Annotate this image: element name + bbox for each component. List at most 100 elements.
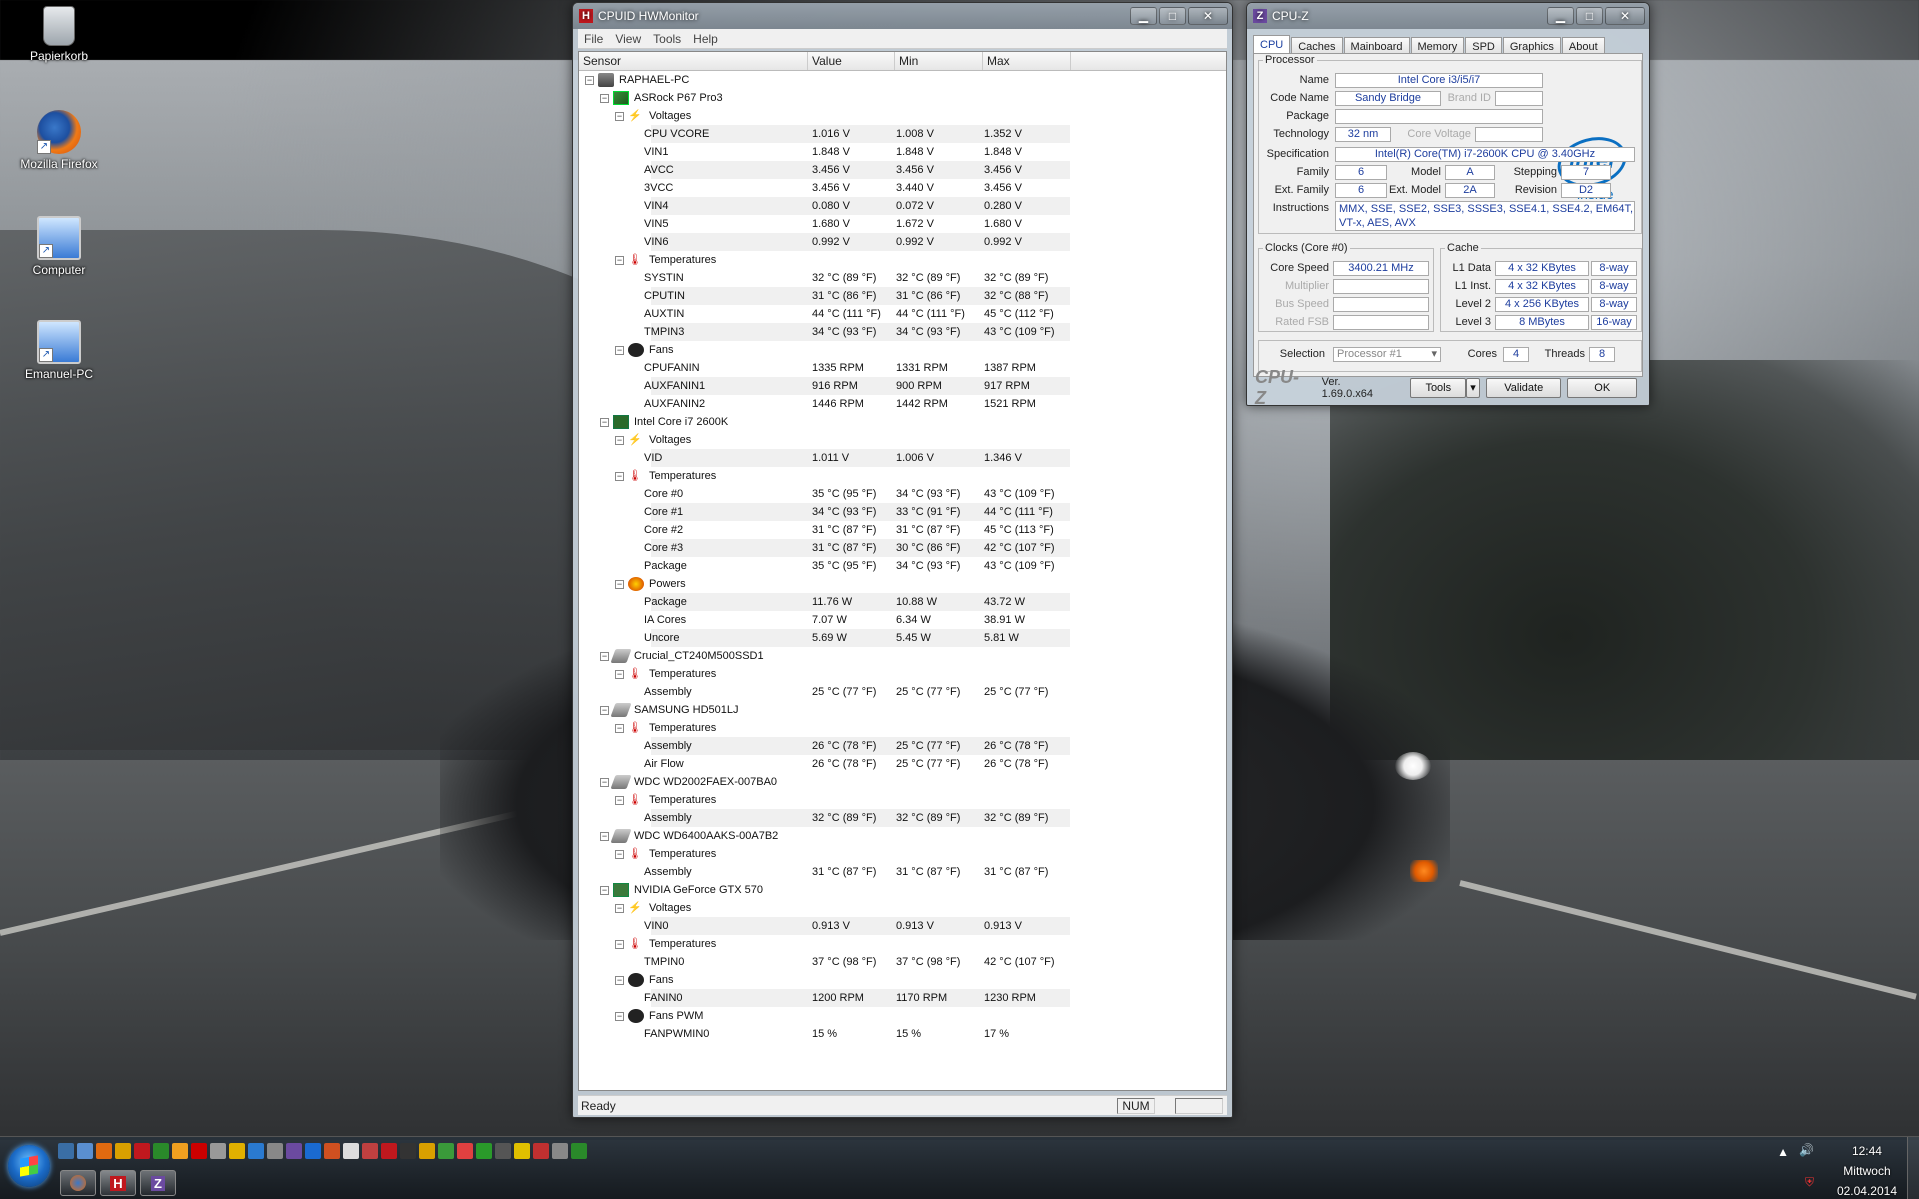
tools-button[interactable]: Tools: [1410, 378, 1467, 398]
sensor-row[interactable]: Assembly 32 °C (89 °F) 32 °C (89 °F) 32 °C …: [579, 809, 1226, 827]
sensor-group-row[interactable]: − ⚡ Voltages: [579, 431, 1226, 449]
sensor-group-row[interactable]: − ⚡ Voltages: [579, 899, 1226, 917]
collapse-toggle-icon[interactable]: −: [615, 111, 624, 121]
start-button[interactable]: [8, 1145, 50, 1187]
tab-cpu[interactable]: CPU: [1253, 35, 1291, 55]
quick-launch-app-icon[interactable]: [419, 1143, 435, 1159]
quick-launch-app-icon[interactable]: [362, 1143, 378, 1159]
sensor-group-row[interactable]: − 🌡 Temperatures: [579, 791, 1226, 809]
sensor-row[interactable]: SYSTIN 32 °C (89 °F) 32 °C (89 °F) 32 °C (8…: [579, 269, 1226, 287]
collapse-toggle-icon[interactable]: −: [615, 345, 624, 355]
processor-select[interactable]: Processor #1 ▾: [1333, 347, 1441, 362]
quick-launch-app-icon[interactable]: [514, 1143, 530, 1159]
sensor-row[interactable]: Package 11.76 W 10.88 W 43.72 W: [579, 593, 1226, 611]
menu-file[interactable]: File: [578, 32, 609, 46]
sensor-row[interactable]: Assembly 26 °C (78 °F) 25 °C (77 °F) 26 °C …: [579, 737, 1226, 755]
desktop-icon-computer[interactable]: ↗ Computer: [14, 216, 104, 277]
sensor-row[interactable]: VIN1 1.848 V 1.848 V 1.848 V: [579, 143, 1226, 161]
quick-launch-app-icon[interactable]: [96, 1143, 112, 1159]
sensor-group-row[interactable]: − ASRock P67 Pro3: [579, 89, 1226, 107]
sensor-row[interactable]: VIN5 1.680 V 1.672 V 1.680 V: [579, 215, 1226, 233]
volume-icon[interactable]: 🔊: [1799, 1143, 1814, 1157]
antivirus-shield-icon[interactable]: ⛨: [1805, 1175, 1814, 1190]
sensor-row[interactable]: VIN4 0.080 V 0.072 V 0.280 V: [579, 197, 1226, 215]
quick-launch-app-icon[interactable]: [305, 1143, 321, 1159]
collapse-toggle-icon[interactable]: −: [585, 75, 594, 85]
quick-launch-app-icon[interactable]: [210, 1143, 226, 1159]
collapse-toggle-icon[interactable]: −: [600, 885, 609, 895]
sensor-group-row[interactable]: − RAPHAEL-PC: [579, 71, 1226, 89]
sensor-row[interactable]: 3VCC 3.456 V 3.440 V 3.456 V: [579, 179, 1226, 197]
sensor-row[interactable]: CPUFANIN 1335 RPM 1331 RPM 1387 RPM: [579, 359, 1226, 377]
sensor-row[interactable]: Core #0 35 °C (95 °F) 34 °C (93 °F) 43 °C (…: [579, 485, 1226, 503]
quick-launch-app-icon[interactable]: [552, 1143, 568, 1159]
quick-launch-app-icon[interactable]: [457, 1143, 473, 1159]
collapse-toggle-icon[interactable]: −: [615, 669, 624, 679]
minimize-button[interactable]: ▁: [1130, 7, 1157, 25]
column-header-sensor[interactable]: Sensor: [579, 52, 808, 70]
maximize-button[interactable]: □: [1159, 7, 1186, 25]
sensor-group-row[interactable]: − Fans: [579, 341, 1226, 359]
close-button[interactable]: ✕: [1188, 7, 1228, 25]
quick-launch-app-icon[interactable]: [77, 1143, 93, 1159]
sensor-group-row[interactable]: − WDC WD2002FAEX-007BA0: [579, 773, 1226, 791]
sensor-row[interactable]: IA Cores 7.07 W 6.34 W 38.91 W: [579, 611, 1226, 629]
close-button[interactable]: ✕: [1605, 7, 1645, 25]
collapse-toggle-icon[interactable]: −: [615, 579, 624, 589]
collapse-toggle-icon[interactable]: −: [615, 471, 624, 481]
desktop-icon-firefox[interactable]: ↗ Mozilla Firefox: [14, 110, 104, 171]
quick-launch-app-icon[interactable]: [134, 1143, 150, 1159]
tools-dropdown-button[interactable]: ▾: [1466, 378, 1481, 398]
quick-launch-app-icon[interactable]: [571, 1143, 587, 1159]
sensor-row[interactable]: AUXFANIN1 916 RPM 900 RPM 917 RPM: [579, 377, 1226, 395]
quick-launch-app-icon[interactable]: [153, 1143, 169, 1159]
sensor-row[interactable]: CPUTIN 31 °C (86 °F) 31 °C (86 °F) 32 °C (8…: [579, 287, 1226, 305]
sensor-row[interactable]: TMPIN0 37 °C (98 °F) 37 °C (98 °F) 42 °C (1…: [579, 953, 1226, 971]
ok-button[interactable]: OK: [1567, 378, 1637, 398]
sensor-row[interactable]: Assembly 25 °C (77 °F) 25 °C (77 °F) 25 °C …: [579, 683, 1226, 701]
collapse-toggle-icon[interactable]: −: [615, 435, 624, 445]
quick-launch-app-icon[interactable]: [476, 1143, 492, 1159]
collapse-toggle-icon[interactable]: −: [600, 417, 609, 427]
sensor-row[interactable]: VID 1.011 V 1.006 V 1.346 V: [579, 449, 1226, 467]
collapse-toggle-icon[interactable]: −: [615, 795, 624, 805]
sensor-group-row[interactable]: − 🌡 Temperatures: [579, 845, 1226, 863]
sensor-row[interactable]: Air Flow 26 °C (78 °F) 25 °C (77 °F) 26 °C …: [579, 755, 1226, 773]
clock[interactable]: 12:44 Mittwoch 02.04.2014: [1837, 1141, 1897, 1199]
menu-view[interactable]: View: [609, 32, 647, 46]
column-header-max[interactable]: Max: [983, 52, 1071, 70]
sensor-group-row[interactable]: − Fans: [579, 971, 1226, 989]
task-hwmonitor[interactable]: H: [100, 1170, 136, 1196]
desktop-icon-recycle-bin[interactable]: Papierkorb: [14, 6, 104, 63]
collapse-toggle-icon[interactable]: −: [600, 777, 609, 787]
sensor-group-row[interactable]: − 🌡 Temperatures: [579, 467, 1226, 485]
show-desktop-button[interactable]: [1907, 1137, 1919, 1199]
sensor-group-row[interactable]: − Crucial_CT240M500SSD1: [579, 647, 1226, 665]
sensor-row[interactable]: VIN0 0.913 V 0.913 V 0.913 V: [579, 917, 1226, 935]
sensor-group-row[interactable]: − Powers: [579, 575, 1226, 593]
quick-launch-app-icon[interactable]: [191, 1143, 207, 1159]
validate-button[interactable]: Validate: [1486, 378, 1562, 398]
collapse-toggle-icon[interactable]: −: [600, 831, 609, 841]
column-header-value[interactable]: Value: [808, 52, 895, 70]
collapse-toggle-icon[interactable]: −: [615, 255, 624, 265]
quick-launch-app-icon[interactable]: [495, 1143, 511, 1159]
collapse-toggle-icon[interactable]: −: [600, 93, 609, 103]
sensor-row[interactable]: Core #3 31 °C (87 °F) 30 °C (86 °F) 42 °C (…: [579, 539, 1226, 557]
quick-launch-app-icon[interactable]: [381, 1143, 397, 1159]
quick-launch-app-icon[interactable]: [267, 1143, 283, 1159]
sensor-row[interactable]: AUXFANIN2 1446 RPM 1442 RPM 1521 RPM: [579, 395, 1226, 413]
quick-launch-app-icon[interactable]: [115, 1143, 131, 1159]
quick-launch-app-icon[interactable]: [172, 1143, 188, 1159]
cpuz-titlebar[interactable]: Z CPU-Z ▁ □ ✕: [1247, 3, 1649, 29]
maximize-button[interactable]: □: [1576, 7, 1603, 25]
menu-help[interactable]: Help: [687, 32, 724, 46]
sensor-tree-panel[interactable]: Sensor Value Min Max − RAPHAEL-PC − ASRock …: [578, 51, 1227, 1091]
task-cpuz[interactable]: Z: [140, 1170, 176, 1196]
sensor-row[interactable]: VIN6 0.992 V 0.992 V 0.992 V: [579, 233, 1226, 251]
sensor-group-row[interactable]: − 🌡 Temperatures: [579, 935, 1226, 953]
collapse-toggle-icon[interactable]: −: [600, 651, 609, 661]
sensor-row[interactable]: AVCC 3.456 V 3.456 V 3.456 V: [579, 161, 1226, 179]
sensor-group-row[interactable]: − 🌡 Temperatures: [579, 251, 1226, 269]
sensor-group-row[interactable]: − Intel Core i7 2600K: [579, 413, 1226, 431]
